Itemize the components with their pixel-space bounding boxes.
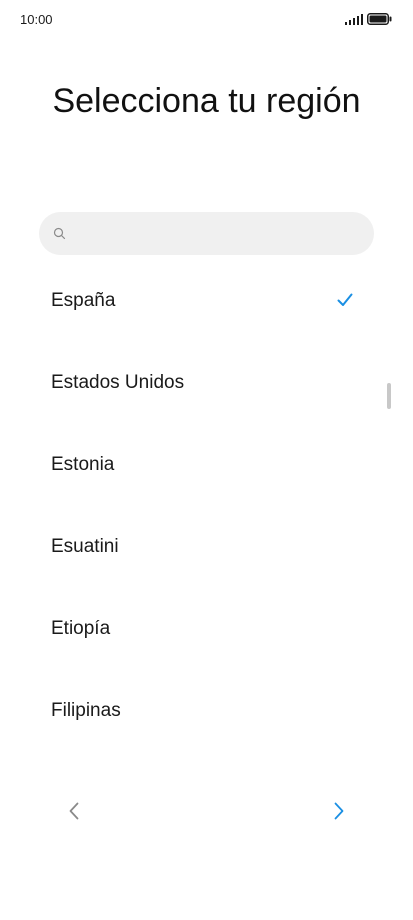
search-box[interactable] xyxy=(39,212,374,257)
search-input[interactable] xyxy=(75,212,364,257)
scrollbar[interactable] xyxy=(387,383,391,409)
region-item-estonia[interactable]: Estonia xyxy=(0,424,413,506)
back-button[interactable] xyxy=(62,798,86,824)
status-icons xyxy=(345,13,392,25)
region-item-espana[interactable]: España xyxy=(0,260,413,342)
page-title: Selecciona tu región xyxy=(52,82,361,120)
status-bar: 10:00 xyxy=(0,0,413,40)
region-label: Etiopía xyxy=(51,618,111,639)
region-item-estados-unidos[interactable]: Estados Unidos xyxy=(0,342,413,424)
region-label: Estados Unidos xyxy=(51,372,185,393)
region-item-filipinas[interactable]: Filipinas xyxy=(0,670,413,752)
battery-icon xyxy=(367,13,392,25)
check-icon xyxy=(337,293,353,306)
region-label: España xyxy=(51,290,116,311)
search-icon xyxy=(53,227,66,240)
chevron-right-icon xyxy=(334,802,344,820)
region-item-etiopia[interactable]: Etiopía xyxy=(0,588,413,670)
region-label: Filipinas xyxy=(51,700,121,721)
region-label: Estonia xyxy=(51,454,115,475)
chevron-left-icon xyxy=(69,802,79,820)
region-label: Esuatini xyxy=(51,536,119,557)
status-time: 10:00 xyxy=(20,12,53,27)
region-item-esuatini[interactable]: Esuatini xyxy=(0,506,413,588)
next-button[interactable] xyxy=(327,798,351,824)
signal-icon xyxy=(345,13,363,25)
region-list: España Estados Unidos Estonia Esuatini E… xyxy=(0,260,413,752)
